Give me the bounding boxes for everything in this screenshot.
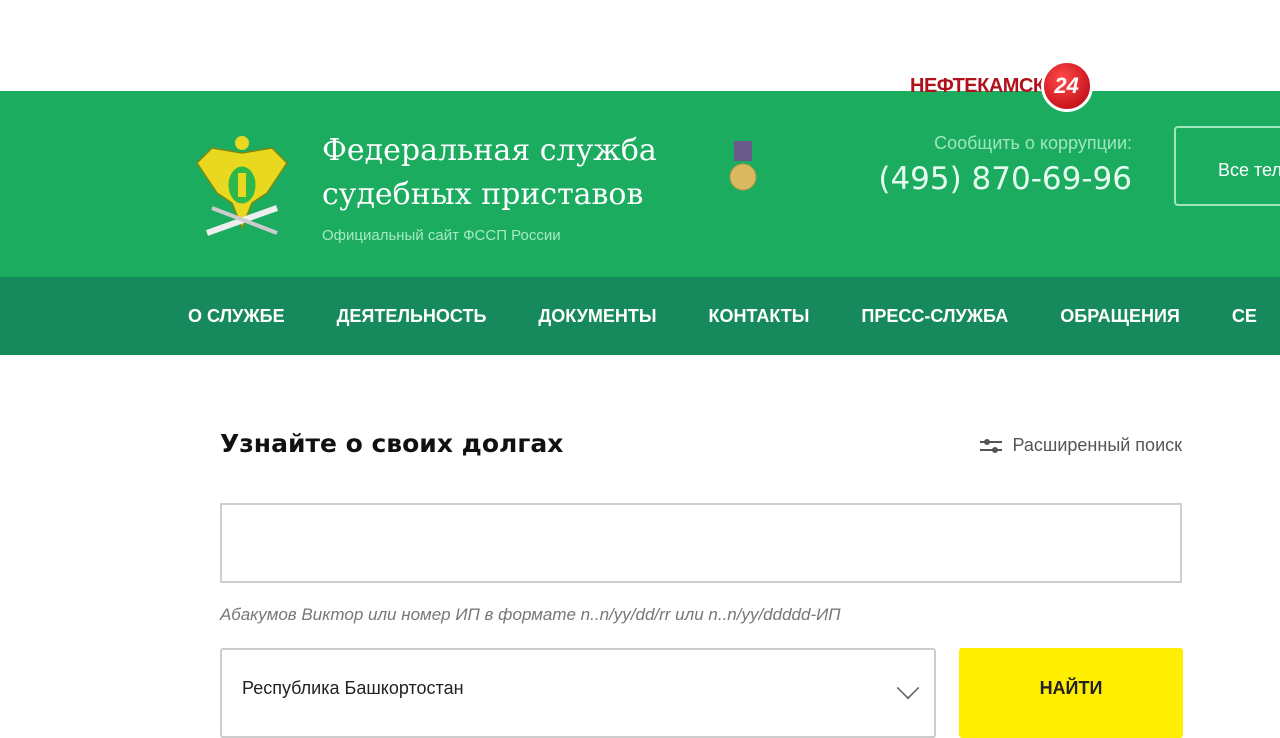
search-hint: Абакумов Виктор или номер ИП в формате n… — [220, 605, 841, 624]
medal-icon — [729, 141, 757, 191]
advanced-search-label: Расширенный поиск — [1012, 435, 1183, 455]
nav-item-about[interactable]: О СЛУЖБЕ — [188, 306, 285, 327]
all-phones-button[interactable]: Все тел — [1174, 126, 1280, 206]
nav-item-appeals[interactable]: ОБРАЩЕНИЯ — [1060, 306, 1180, 327]
find-button[interactable]: НАЙТИ — [959, 648, 1183, 738]
title-line-2: судебных приставов — [322, 177, 644, 212]
channel-logo: НЕФТЕКАМСК 24 — [910, 60, 1093, 112]
nav-item-activity[interactable]: ДЕЯТЕЛЬНОСТЬ — [337, 306, 487, 327]
channel-number: 24 — [1040, 60, 1093, 112]
corruption-label: Сообщить о коррупции: — [934, 133, 1132, 153]
site-title[interactable]: Федеральная служба судебных приставов — [322, 129, 657, 217]
eagle-emblem-icon[interactable] — [192, 133, 292, 243]
region-selected-value: Республика Башкортостан — [242, 678, 464, 698]
channel-name: НЕФТЕКАМСК — [910, 74, 1045, 97]
search-heading: Узнайте о своих долгах — [220, 429, 564, 458]
main-nav: О СЛУЖБЕ ДЕЯТЕЛЬНОСТЬ ДОКУМЕНТЫ КОНТАКТЫ… — [0, 277, 1280, 355]
region-select[interactable]: Республика Башкортостан — [220, 648, 936, 738]
nav-item-contacts[interactable]: КОНТАКТЫ — [709, 306, 810, 327]
chevron-down-icon — [896, 676, 920, 700]
site-subtitle: Официальный сайт ФССП России — [322, 227, 561, 244]
debtor-search-input[interactable] — [220, 503, 1182, 583]
sliders-icon — [979, 438, 1002, 453]
advanced-search-link[interactable]: Расширенный поиск — [979, 435, 1183, 456]
nav-item-press[interactable]: ПРЕСС-СЛУЖБА — [861, 306, 1008, 327]
title-line-1: Федеральная служба — [322, 133, 657, 168]
nav-item-services[interactable]: СЕ — [1232, 306, 1257, 327]
site-header: Федеральная служба судебных приставов Оф… — [0, 91, 1280, 277]
corruption-phone[interactable]: (495) 870-69-96 — [878, 161, 1132, 197]
nav-item-documents[interactable]: ДОКУМЕНТЫ — [538, 306, 656, 327]
